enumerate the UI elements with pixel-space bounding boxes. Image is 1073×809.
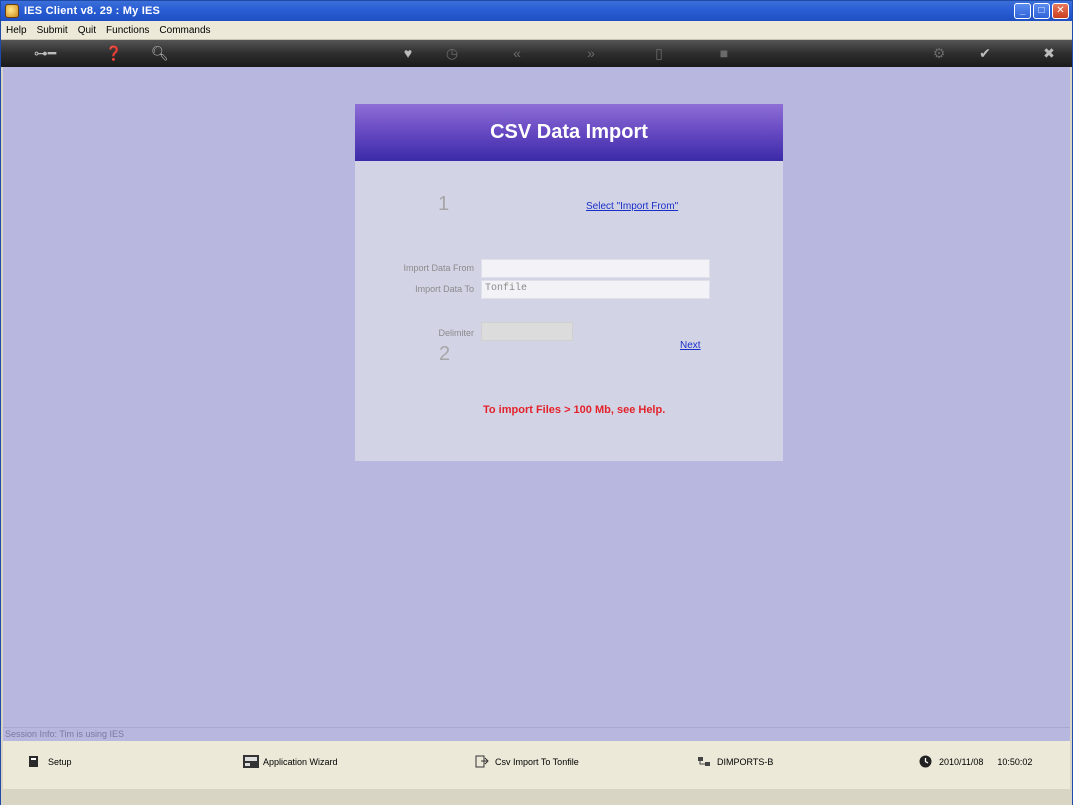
gear-icon[interactable]: ⚙ [931, 45, 947, 61]
close-icon[interactable]: ✖ [1041, 45, 1057, 61]
status-csv-import[interactable]: Csv Import To Tonfile [475, 755, 579, 768]
heart-icon[interactable]: ♥ [400, 45, 416, 61]
help-icon[interactable]: ❓ [105, 45, 122, 61]
status-datetime: 2010/11/08 10:50:02 [919, 755, 1032, 768]
app-logo-icon [5, 4, 19, 18]
import-icon [475, 755, 489, 768]
step-2-number: 2 [439, 343, 451, 365]
close-window-button[interactable]: ✕ [1052, 3, 1069, 19]
prev-icon[interactable]: « [509, 45, 525, 61]
status-date: 2010/11/08 [939, 756, 984, 767]
delimiter-input[interactable] [481, 322, 573, 341]
menu-help[interactable]: Help [1, 25, 32, 36]
minimize-button[interactable]: _ [1014, 3, 1031, 19]
next-link[interactable]: Next [680, 340, 701, 351]
import-to-input[interactable]: Tonfile [481, 280, 710, 299]
status-csv-label: Csv Import To Tonfile [495, 756, 579, 767]
doc-icon[interactable]: ▯ [651, 45, 667, 61]
network-icon [697, 755, 711, 768]
step-1-number: 1 [438, 193, 450, 215]
status-time: 10:50:02 [997, 756, 1033, 767]
app-window: IES Client v8. 29 : My IES _ □ ✕ Help Su… [0, 0, 1073, 805]
book-icon [28, 755, 42, 768]
stop-icon[interactable]: ■ [716, 45, 732, 61]
session-bar: Session Info: Tim is using IES [3, 727, 1070, 741]
maximize-button[interactable]: □ [1033, 3, 1050, 19]
next-icon[interactable]: » [583, 45, 599, 61]
delimiter-label: Delimiter [438, 328, 474, 338]
title-bar[interactable]: IES Client v8. 29 : My IES _ □ ✕ [1, 1, 1072, 21]
menu-quit[interactable]: Quit [73, 25, 101, 36]
clock-icon[interactable]: ◷ [444, 45, 460, 61]
status-bar: Setup Application Wizard Csv Import To T… [3, 741, 1070, 789]
csv-import-panel: CSV Data Import 1 Select "Import From" I… [355, 104, 783, 461]
status-wizard-label: Application Wizard [263, 756, 338, 767]
import-from-label: Import Data From [403, 263, 474, 273]
large-file-warning: To import Files > 100 Mb, see Help. [483, 404, 666, 416]
status-setup-label: Setup [48, 756, 72, 767]
key-icon[interactable]: ⊶━ [31, 45, 59, 61]
window-controls: _ □ ✕ [1014, 3, 1069, 19]
window-bottom-strip [1, 789, 1072, 805]
menu-bar: Help Submit Quit Functions Commands [1, 21, 1072, 40]
menu-functions[interactable]: Functions [101, 25, 154, 36]
status-dimports[interactable]: DIMPORTS-B [697, 755, 773, 768]
import-to-label: Import Data To [415, 284, 474, 294]
status-dimports-label: DIMPORTS-B [717, 756, 774, 767]
clock-status-icon [919, 755, 933, 768]
check-icon[interactable]: ✔ [977, 45, 993, 61]
window-title: IES Client v8. 29 : My IES [24, 5, 161, 17]
main-area: CSV Data Import 1 Select "Import From" I… [3, 67, 1070, 727]
select-import-from-link[interactable]: Select "Import From" [586, 201, 678, 212]
import-from-input[interactable] [481, 259, 710, 278]
toolbar: ⊶━ ❓ 🔍︎ ♥ ◷ « » ▯ ■ ⚙ ✔ ✖ [1, 40, 1072, 67]
session-info: Session Info: Tim is using IES [5, 729, 125, 739]
search-icon[interactable]: 🔍︎ [151, 45, 169, 61]
status-wizard[interactable]: Application Wizard [243, 755, 338, 768]
status-setup[interactable]: Setup [28, 755, 72, 768]
wizard-icon [243, 755, 259, 768]
menu-commands[interactable]: Commands [154, 25, 215, 36]
menu-submit[interactable]: Submit [32, 25, 73, 36]
panel-title: CSV Data Import [490, 121, 648, 143]
panel-header: CSV Data Import [355, 104, 783, 161]
